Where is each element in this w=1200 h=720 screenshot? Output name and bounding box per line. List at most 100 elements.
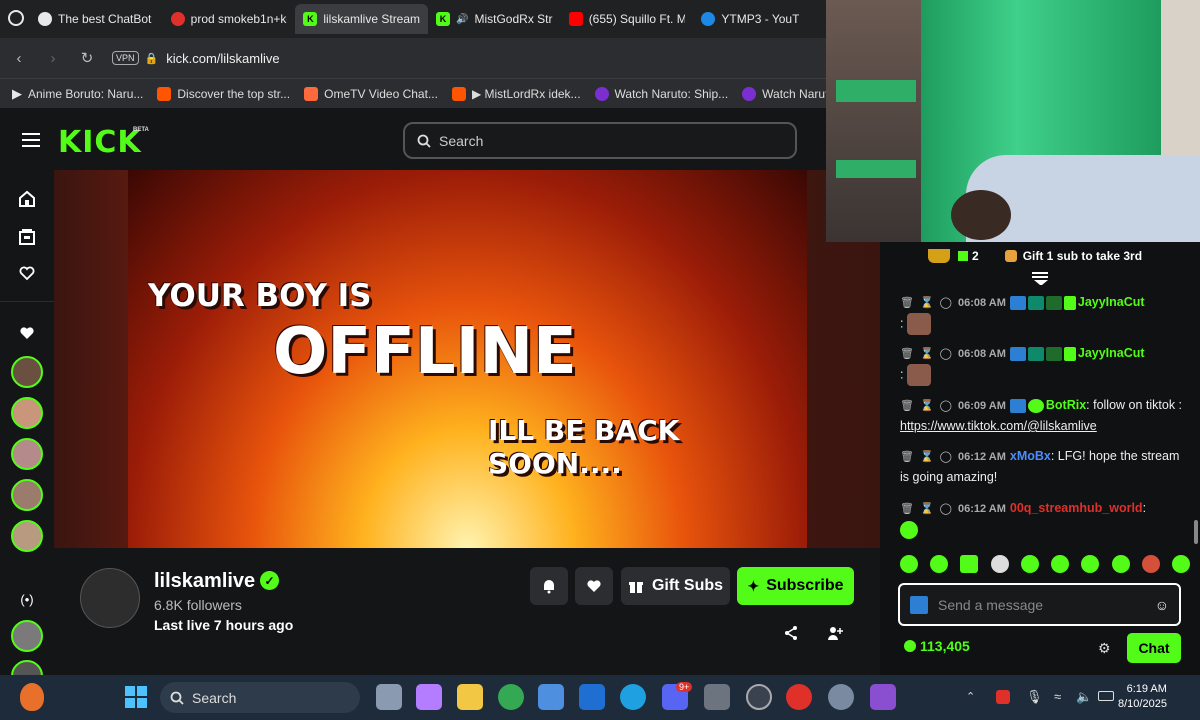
tray-app-icon[interactable] (996, 690, 1010, 704)
obs-icon[interactable] (746, 684, 772, 710)
volume-icon[interactable]: 🔈 (1076, 689, 1092, 705)
channel-avatar[interactable] (80, 568, 140, 628)
browser-tab-5[interactable]: (655) Squillo Ft. MistL (561, 4, 694, 34)
delete-icon[interactable]: 🗑 (900, 451, 914, 463)
browser-tab-2[interactable]: prod smokeb1n+ketn (163, 4, 296, 34)
ban-icon[interactable]: ◯ (940, 451, 952, 463)
bookmark-item[interactable]: Discover the top str... (157, 86, 290, 101)
share-icon[interactable] (783, 625, 799, 641)
search-input[interactable]: Search (403, 122, 797, 159)
chat-send-button[interactable]: Chat (1127, 633, 1181, 663)
recommended-channel-avatar[interactable] (11, 620, 43, 652)
followed-channel-avatar[interactable] (11, 520, 43, 552)
notification-bell-button[interactable] (530, 567, 568, 605)
ban-icon[interactable]: ◯ (940, 297, 952, 309)
bookmark-item[interactable]: OmeTV Video Chat... (304, 86, 438, 101)
timeout-icon[interactable]: ⌛ (920, 400, 934, 412)
outlook-icon[interactable] (579, 684, 605, 710)
url-text[interactable]: kick.com/lilskamlive (166, 51, 279, 66)
user-add-icon[interactable] (827, 625, 843, 641)
file-explorer-icon[interactable] (457, 684, 483, 710)
microphone-icon[interactable]: 🎙 (1026, 689, 1043, 705)
taskbar-clock[interactable]: 6:19 AM 8/10/2025 (1118, 682, 1167, 712)
task-view-icon[interactable] (376, 684, 402, 710)
bookmark-item[interactable]: Watch Naruto: Ship... (594, 86, 728, 101)
bookmark-item[interactable]: ▶ Anime Boruto: Naru... (12, 86, 143, 102)
browser-menu-icon[interactable] (8, 10, 24, 26)
emote-icon[interactable] (1020, 555, 1039, 573)
chat-scrollbar[interactable] (1194, 520, 1198, 544)
timeout-icon[interactable]: ⌛ (920, 451, 934, 463)
emote-icon[interactable] (1141, 555, 1160, 573)
delete-icon[interactable]: 🗑 (900, 348, 914, 360)
search-placeholder: Search (439, 132, 484, 149)
live-broadcast-icon[interactable]: (•) (16, 588, 38, 610)
emote-icon[interactable] (1171, 555, 1190, 573)
tiktok-link[interactable]: https://www.tiktok.com/@lilskamlive (900, 419, 1097, 433)
follow-button[interactable] (575, 567, 613, 605)
channel-name[interactable]: lilskamlive (154, 570, 255, 593)
windows-start-icon[interactable] (125, 686, 147, 708)
home-icon[interactable] (16, 188, 38, 210)
back-icon[interactable]: ‹ (10, 49, 28, 67)
chat-settings-gear-icon[interactable]: ⚙ (1098, 641, 1112, 655)
timeout-icon[interactable]: ⌛ (920, 297, 934, 309)
gift-badge-icon (1063, 346, 1076, 361)
bookmark-item[interactable]: ▶ MistLordRx idek... (451, 86, 581, 101)
ban-icon[interactable]: ◯ (940, 400, 952, 412)
wifi-icon[interactable]: ≈ (1054, 689, 1061, 704)
opera-icon[interactable] (786, 684, 812, 710)
followed-channel-avatar[interactable] (11, 479, 43, 511)
emote-icon[interactable] (990, 555, 1009, 573)
ban-icon[interactable]: ◯ (940, 348, 952, 360)
followed-channel-avatar[interactable] (11, 438, 43, 470)
bookmarks-bar: ▶ Anime Boruto: Naru... Discover the top … (0, 78, 859, 108)
chat-message: 🗑 ⌛ ◯ 06:12 AM xMoBx: LFG! hope the stream i… (900, 449, 1180, 484)
chat-message-input[interactable] (938, 596, 1145, 613)
chat-input-box[interactable]: ☺ (898, 583, 1181, 626)
taskbar-search[interactable]: Search (160, 682, 360, 713)
settings-gear-icon[interactable] (828, 684, 854, 710)
clipchamp-icon[interactable] (870, 684, 896, 710)
timeout-icon[interactable]: ⌛ (920, 348, 934, 360)
edge-icon[interactable] (620, 684, 646, 710)
delete-icon[interactable]: 🗑 (900, 503, 914, 515)
gift-cta-text[interactable]: Gift 1 sub to take 3rd (1023, 249, 1142, 263)
browser-tab-1[interactable]: The best ChatBot and (30, 4, 163, 34)
browser-tab-6[interactable]: YTMP3 - YouT (693, 4, 826, 34)
browser-tab-3-active[interactable]: Klilskamlive Stream - Watch (295, 4, 429, 34)
timeout-icon[interactable]: ⌛ (920, 503, 934, 515)
delete-icon[interactable]: 🗑 (900, 297, 914, 309)
show-hidden-icons-chevron-icon[interactable]: ⌃ (966, 690, 975, 703)
emote-icon[interactable] (960, 555, 979, 573)
chrome-icon[interactable] (498, 684, 524, 710)
emote-icon[interactable] (1081, 555, 1100, 573)
emoji-picker-icon[interactable]: ☺ (1155, 597, 1169, 613)
reload-icon[interactable]: ↻ (78, 49, 96, 67)
followed-channel-avatar[interactable] (11, 356, 43, 388)
emote-icon[interactable] (900, 555, 918, 573)
ban-icon[interactable]: ◯ (940, 503, 952, 515)
browser-tab-4[interactable]: K🔊MistGodRx Stream (428, 4, 561, 34)
menu-icon[interactable] (22, 133, 40, 147)
browse-icon[interactable] (16, 226, 38, 248)
followed-channel-avatar[interactable] (11, 397, 43, 429)
emote-icon[interactable] (1111, 555, 1130, 573)
emote-icon[interactable] (1051, 555, 1070, 573)
copilot-icon[interactable] (416, 684, 442, 710)
camera-icon[interactable] (704, 684, 730, 710)
gift-subs-button[interactable]: Gift Subs (621, 567, 730, 605)
weather-widget-icon[interactable] (20, 683, 44, 711)
microsoft-store-icon[interactable] (538, 684, 564, 710)
pinned-expand-icon[interactable] (1032, 272, 1048, 285)
forward-icon[interactable]: › (44, 49, 62, 67)
vpn-badge[interactable]: VPN (112, 51, 139, 65)
channel-points[interactable]: 113,405 (904, 638, 970, 654)
kick-logo[interactable]: KICK (58, 125, 142, 160)
emote-icon (900, 520, 918, 539)
following-heart-icon[interactable] (16, 262, 38, 284)
emote-icon[interactable] (930, 555, 949, 573)
subscribe-button[interactable]: ✦ Subscribe (737, 567, 854, 605)
delete-icon[interactable]: 🗑 (900, 400, 914, 412)
battery-icon[interactable] (1098, 691, 1114, 701)
